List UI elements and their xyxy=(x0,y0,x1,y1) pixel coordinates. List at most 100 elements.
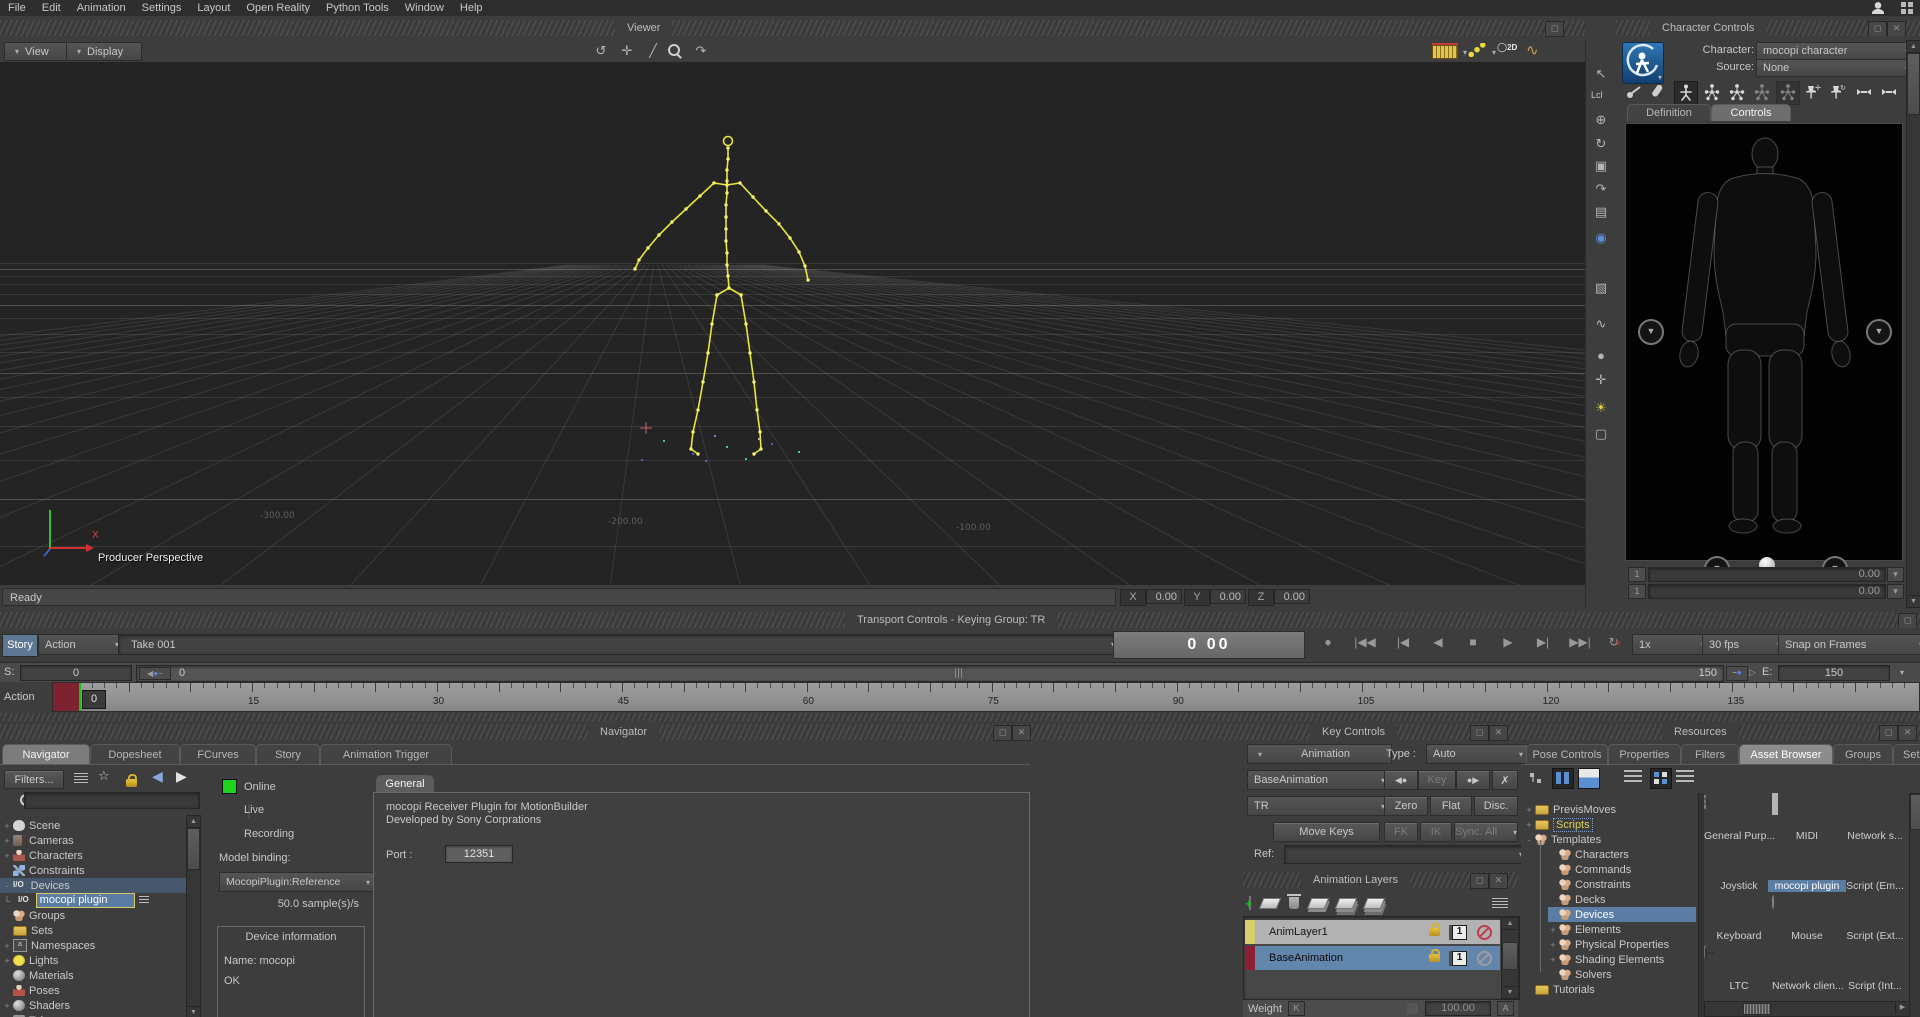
character-panel-scrollbar[interactable]: ▲ ▼ xyxy=(1906,40,1920,608)
tree-view-icon[interactable] xyxy=(1528,770,1546,786)
tab-controls[interactable]: Controls xyxy=(1711,104,1791,121)
weight-value-field[interactable]: 100.00 xyxy=(1425,1001,1491,1016)
tab-asset-browser[interactable]: Asset Browser xyxy=(1739,744,1833,765)
slider2-stepper[interactable]: ▾ xyxy=(1887,584,1904,599)
zero-button[interactable]: Zero xyxy=(1384,796,1428,816)
asset-tree-tutorials[interactable]: Tutorials xyxy=(1534,982,1595,997)
lock-icon[interactable] xyxy=(126,779,137,787)
frame-tool-icon[interactable]: ▢ xyxy=(1588,424,1614,443)
stop-button[interactable]: ■ xyxy=(1458,635,1488,649)
zoom-2d-icon[interactable]: ◯2D xyxy=(1497,42,1517,53)
asset-general-purpose[interactable]: General Purp... xyxy=(1704,796,1774,808)
ruler-dropdown-icon[interactable]: ▾ xyxy=(1459,48,1467,57)
layer-color-chip[interactable] xyxy=(1245,920,1255,944)
layer-mute-icon[interactable] xyxy=(1477,951,1492,966)
menu-settings[interactable]: Settings xyxy=(142,2,182,14)
model-binding-select[interactable]: MocopiPlugin:Reference▾ xyxy=(219,872,377,892)
key-button[interactable]: Key xyxy=(1418,770,1456,790)
sphere-primitive-icon[interactable]: ● xyxy=(1588,346,1614,365)
slider1-key-button[interactable]: 1 xyxy=(1628,567,1646,582)
time-ruler[interactable]: 0 153045607590105120135 xyxy=(52,682,1920,712)
pin-rotate-icon[interactable]: ↻ xyxy=(1828,82,1850,104)
merge-down-icon[interactable] xyxy=(1307,898,1329,909)
grid-view-icon[interactable] xyxy=(1650,768,1672,789)
list-options-icon[interactable] xyxy=(74,773,88,783)
merge-all-icon[interactable] xyxy=(1363,898,1385,909)
layer-select[interactable]: BaseAnimation▾ xyxy=(1247,770,1392,790)
end-frame-dropdown[interactable]: ▾ xyxy=(1896,668,1904,677)
body-part-mode-icon[interactable] xyxy=(1726,82,1748,104)
rotate-tool-icon[interactable]: ↻ xyxy=(1588,134,1614,153)
y-axis-value[interactable]: 0.00 xyxy=(1210,589,1246,604)
navigator-dock-button[interactable]: ◻ xyxy=(993,725,1012,741)
link-ball-icon[interactable] xyxy=(1624,82,1646,104)
select-tool-icon[interactable]: ↖ xyxy=(1588,64,1614,83)
horizontal-split-icon[interactable] xyxy=(1578,768,1600,789)
pin-horizontal-icon[interactable] xyxy=(1853,82,1875,104)
asset-tree-characters[interactable]: Characters xyxy=(1548,847,1629,862)
asset-tree-shading-elements[interactable]: +Shading Elements xyxy=(1548,952,1664,967)
drag-grip-icon[interactable] xyxy=(139,896,149,905)
orbit-camera-icon[interactable]: ↺ xyxy=(588,41,614,60)
menu-help[interactable]: Help xyxy=(460,2,483,14)
fk-button[interactable]: FK xyxy=(1384,822,1418,842)
previous-key-button[interactable]: |◀ xyxy=(1388,635,1418,649)
slider1-stepper[interactable]: ▾ xyxy=(1887,567,1904,582)
cube-primitive-icon[interactable]: ▧ xyxy=(1588,278,1614,297)
layers-icon[interactable] xyxy=(1259,898,1281,909)
sync-all-button[interactable]: Sync. All▾ xyxy=(1454,822,1518,842)
tab-animation-trigger[interactable]: Animation Trigger xyxy=(320,744,452,765)
z-axis-value[interactable]: 0.00 xyxy=(1274,589,1310,604)
tree-item-cameras[interactable]: +Cameras xyxy=(2,833,74,848)
layout-grid-icon[interactable] xyxy=(1901,2,1913,14)
take-select[interactable]: Take 001▾ xyxy=(118,634,1122,655)
skeleton-mode-icon[interactable] xyxy=(1776,81,1800,105)
navigator-close-button[interactable]: ✕ xyxy=(1012,725,1031,741)
record-button[interactable]: ● xyxy=(1313,635,1343,649)
weight-auto-button[interactable]: A xyxy=(1497,1001,1514,1016)
layer-list-options-icon[interactable] xyxy=(1492,898,1508,908)
dots-dropdown-icon[interactable]: ▾ xyxy=(1488,48,1496,57)
tree-item-characters[interactable]: +Characters xyxy=(2,848,83,863)
character-app-icon[interactable]: ▾ xyxy=(1622,42,1664,84)
viewport-3d[interactable]: X -300.00 -200.00 -100.00 Producer Persp… xyxy=(0,62,1585,585)
asset-tree-commands[interactable]: Commands xyxy=(1548,862,1631,877)
curve-arrow-icon[interactable]: ↷ xyxy=(1588,179,1614,198)
ik-button[interactable]: IK xyxy=(1420,822,1452,842)
merge-tool-icon[interactable]: ✛ xyxy=(1588,370,1614,389)
tree-item-devices[interactable]: -I/ODevices xyxy=(0,878,186,893)
character-controls-dock-button[interactable]: ◻ xyxy=(1868,21,1887,37)
tree-item-takes[interactable]: +Takes xyxy=(2,1013,58,1017)
range-spinner[interactable]: −● xyxy=(1726,666,1748,681)
pin-translate-icon[interactable]: ✛ xyxy=(1803,82,1825,104)
history-back-icon[interactable]: ◀ xyxy=(152,768,163,785)
tab-definition[interactable]: Definition xyxy=(1627,104,1711,121)
tab-navigator[interactable]: Navigator xyxy=(2,744,90,765)
timeline-scroll-handle[interactable]: ◀●− xyxy=(139,667,171,680)
tree-item-constraints[interactable]: Constraints xyxy=(2,863,85,878)
asset-tree-constraints[interactable]: Constraints xyxy=(1548,877,1631,892)
history-forward-icon[interactable]: ▶ xyxy=(176,768,187,785)
asset-tree-scripts[interactable]: +Scripts xyxy=(1524,817,1593,832)
key-controls-close-button[interactable]: ✕ xyxy=(1489,725,1508,741)
play-speed-select[interactable]: 1x▾ xyxy=(1632,634,1712,655)
tree-item-sets[interactable]: Sets xyxy=(2,923,53,938)
asset-ltc[interactable]: LTC xyxy=(1704,946,1774,958)
snap-select[interactable]: Snap on Frames▾ xyxy=(1778,634,1920,655)
slider1-track[interactable]: 0.00 xyxy=(1648,567,1886,582)
favorite-star-icon[interactable]: ☆ xyxy=(98,768,110,784)
animation-layers-close-button[interactable]: ✕ xyxy=(1489,873,1508,889)
tab-dopesheet[interactable]: Dopesheet xyxy=(90,744,180,765)
view-menu-button[interactable]: ▾View xyxy=(4,42,74,61)
character-figure-icon[interactable] xyxy=(1674,81,1698,105)
asset-tree-physical-properties[interactable]: +Physical Properties xyxy=(1548,937,1669,952)
character-select[interactable]: mocopi character▾ xyxy=(1756,42,1916,60)
previous-key-nav-button[interactable]: ◀● xyxy=(1384,770,1418,790)
resources-dock-button[interactable]: ◻ xyxy=(1879,725,1898,741)
display-menu-button[interactable]: ▾Display xyxy=(66,42,142,61)
start-frame-field[interactable]: 0 xyxy=(20,665,132,681)
slider2-key-button[interactable]: 1 xyxy=(1628,584,1646,599)
ref-select[interactable]: ▾ xyxy=(1284,845,1530,864)
discontinuity-button[interactable]: Disc. xyxy=(1474,796,1518,816)
tree-item-groups[interactable]: Groups xyxy=(2,908,65,923)
